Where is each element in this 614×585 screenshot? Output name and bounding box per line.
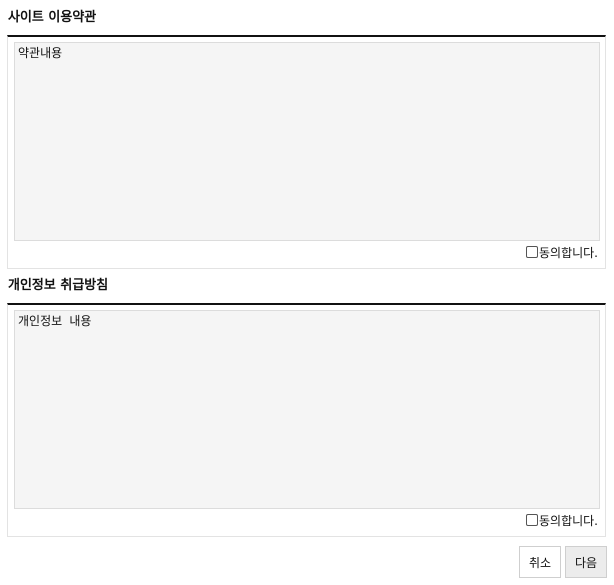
terms-agree-label: 동의합니다. [538,245,598,260]
terms-section-title: 사이트 이용약관 [8,10,97,25]
terms-agree-checkbox[interactable] [525,246,538,258]
terms-content-textarea[interactable]: 약관내용 [14,42,600,241]
privacy-agree-row[interactable]: 동의합니다. [525,511,598,529]
cancel-button[interactable]: 취소 [519,546,561,578]
privacy-content-textarea[interactable]: 개인정보 내용 [14,310,600,509]
privacy-agree-checkbox[interactable] [525,514,538,526]
next-button[interactable]: 다음 [565,546,607,578]
terms-panel: 약관내용 동의합니다. [7,35,606,269]
privacy-agree-label: 동의합니다. [538,513,598,528]
terms-agree-row[interactable]: 동의합니다. [525,243,598,261]
privacy-panel: 개인정보 내용 동의합니다. [7,303,606,537]
privacy-section-title: 개인정보 취급방침 [8,278,109,293]
